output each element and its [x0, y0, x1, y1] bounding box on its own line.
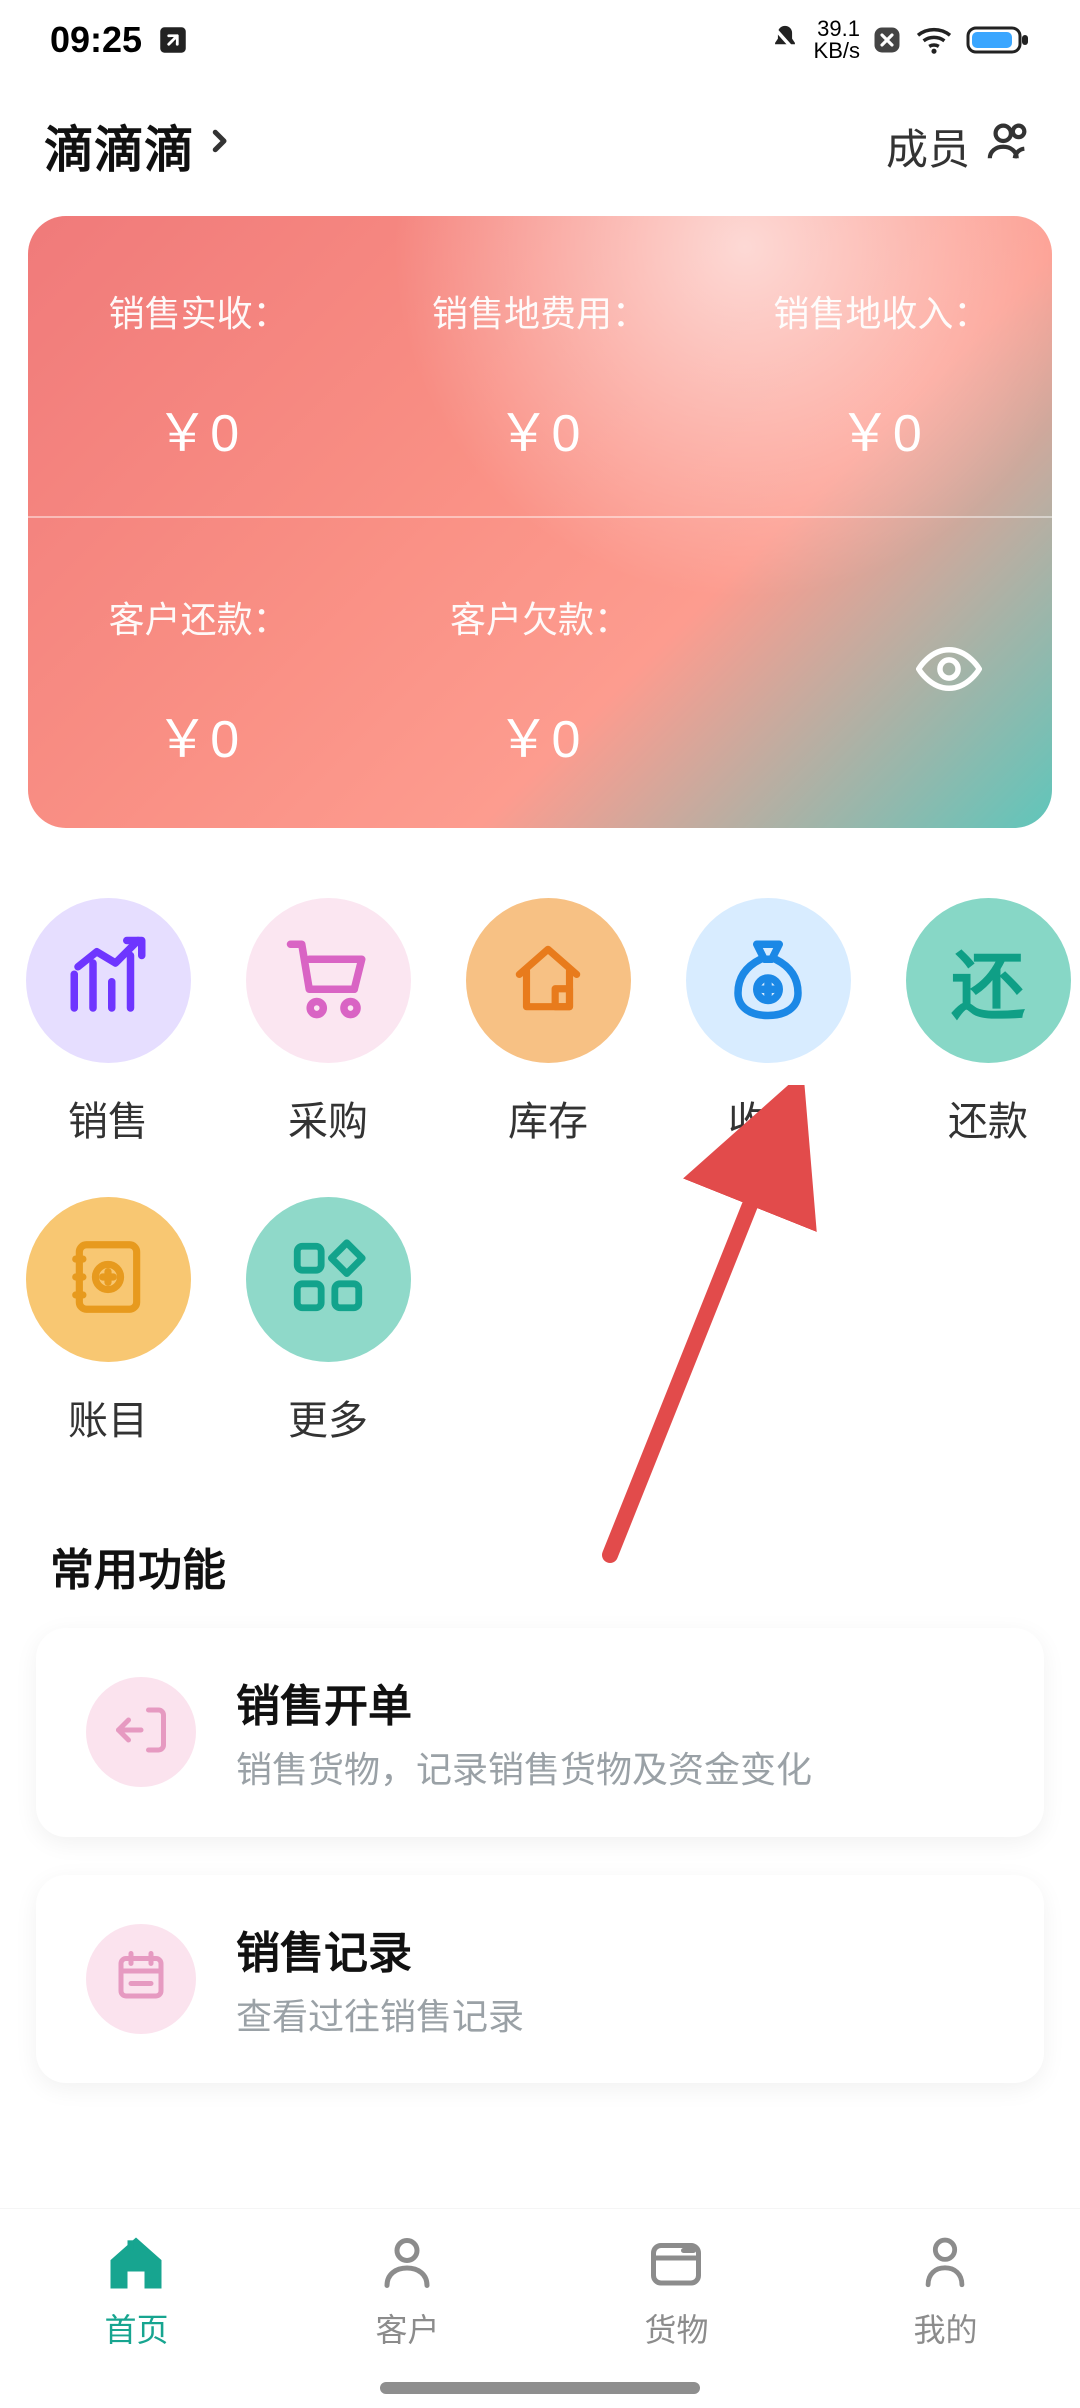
shop-switcher[interactable]: 滴滴滴: [44, 110, 234, 182]
grid-icon: [287, 1236, 369, 1323]
function-list: 销售开单 销售货物，记录销售货物及资金变化 销售记录 查看过往销售记录: [0, 1628, 1080, 2083]
members-icon: [982, 118, 1036, 174]
summary-empty: [711, 522, 1052, 828]
summary-sales-cost: 销售地费用： ￥0: [369, 216, 710, 522]
summary-customer-repay: 客户还款： ￥0: [28, 522, 369, 828]
eye-icon: [916, 679, 982, 696]
person-icon: [377, 2227, 437, 2299]
summary-customer-debt: 客户欠款： ￥0: [369, 522, 710, 828]
func-sales-create[interactable]: 销售开单 销售货物，记录销售货物及资金变化: [36, 1628, 1044, 1837]
header: 滴滴滴 成员: [0, 80, 1080, 216]
shop-name: 滴滴滴: [44, 110, 194, 182]
action-purchase[interactable]: 采购: [248, 898, 408, 1147]
func-title: 销售开单: [236, 1670, 812, 1734]
box-icon: [644, 2227, 708, 2299]
repay-text-icon: 还: [951, 927, 1025, 1034]
cart-icon: [283, 933, 373, 1028]
summary-card[interactable]: 销售实收： ￥0 销售地费用： ￥0 销售地收入： ￥0 客户还款： ￥0 客户…: [28, 216, 1052, 828]
toggle-visibility-button[interactable]: [916, 646, 982, 697]
nav-mine[interactable]: 我的: [913, 2227, 977, 2351]
action-ledger[interactable]: 账目: [28, 1197, 188, 1446]
close-badge-icon: [872, 25, 902, 55]
nav-goods[interactable]: 货物: [644, 2227, 708, 2351]
summary-sales-received: 销售实收： ￥0: [28, 216, 369, 522]
house-icon: [505, 935, 591, 1026]
mute-icon: [768, 23, 802, 57]
money-bag-icon: [723, 933, 813, 1028]
nav-customer[interactable]: 客户: [375, 2227, 439, 2351]
chart-icon: [63, 933, 153, 1028]
calendar-icon: [111, 1946, 171, 2011]
nav-home[interactable]: 首页: [102, 2227, 170, 2351]
status-right: 39.1 KB/s: [768, 18, 1030, 62]
action-more[interactable]: 更多: [248, 1197, 408, 1446]
members-button[interactable]: 成员: [886, 116, 1036, 177]
summary-sales-income: 销售地收入： ￥0: [711, 216, 1052, 522]
wifi-icon: [914, 24, 954, 56]
func-sales-history[interactable]: 销售记录 查看过往销售记录: [36, 1875, 1044, 2084]
battery-icon: [966, 24, 1030, 56]
func-desc: 销售货物，记录销售货物及资金变化: [236, 1746, 812, 1795]
exit-icon: [111, 1700, 171, 1765]
home-indicator: [380, 2382, 700, 2394]
func-desc: 查看过往销售记录: [236, 1993, 524, 2042]
action-stock[interactable]: 库存: [468, 898, 628, 1147]
status-left: 09:25: [50, 19, 190, 61]
chevron-right-icon: [204, 117, 234, 175]
bottom-nav: 首页 客户 货物 我的: [0, 2208, 1080, 2408]
action-grid: 销售 采购 库存: [28, 898, 1052, 1446]
ledger-icon: [65, 1234, 151, 1325]
section-title-common: 常用功能: [50, 1534, 1030, 1598]
home-icon: [102, 2227, 170, 2299]
screenshot-icon: [156, 23, 190, 57]
func-title: 销售记录: [236, 1917, 524, 1981]
profile-icon: [916, 2227, 974, 2299]
action-io[interactable]: 收支: [688, 898, 848, 1147]
status-time: 09:25: [50, 19, 142, 61]
status-bar: 09:25 39.1 KB/s: [0, 0, 1080, 80]
net-speed: 39.1 KB/s: [814, 18, 860, 62]
action-sales[interactable]: 销售: [28, 898, 188, 1147]
action-repay[interactable]: 还 还款: [908, 898, 1068, 1147]
members-label: 成员: [886, 116, 970, 177]
